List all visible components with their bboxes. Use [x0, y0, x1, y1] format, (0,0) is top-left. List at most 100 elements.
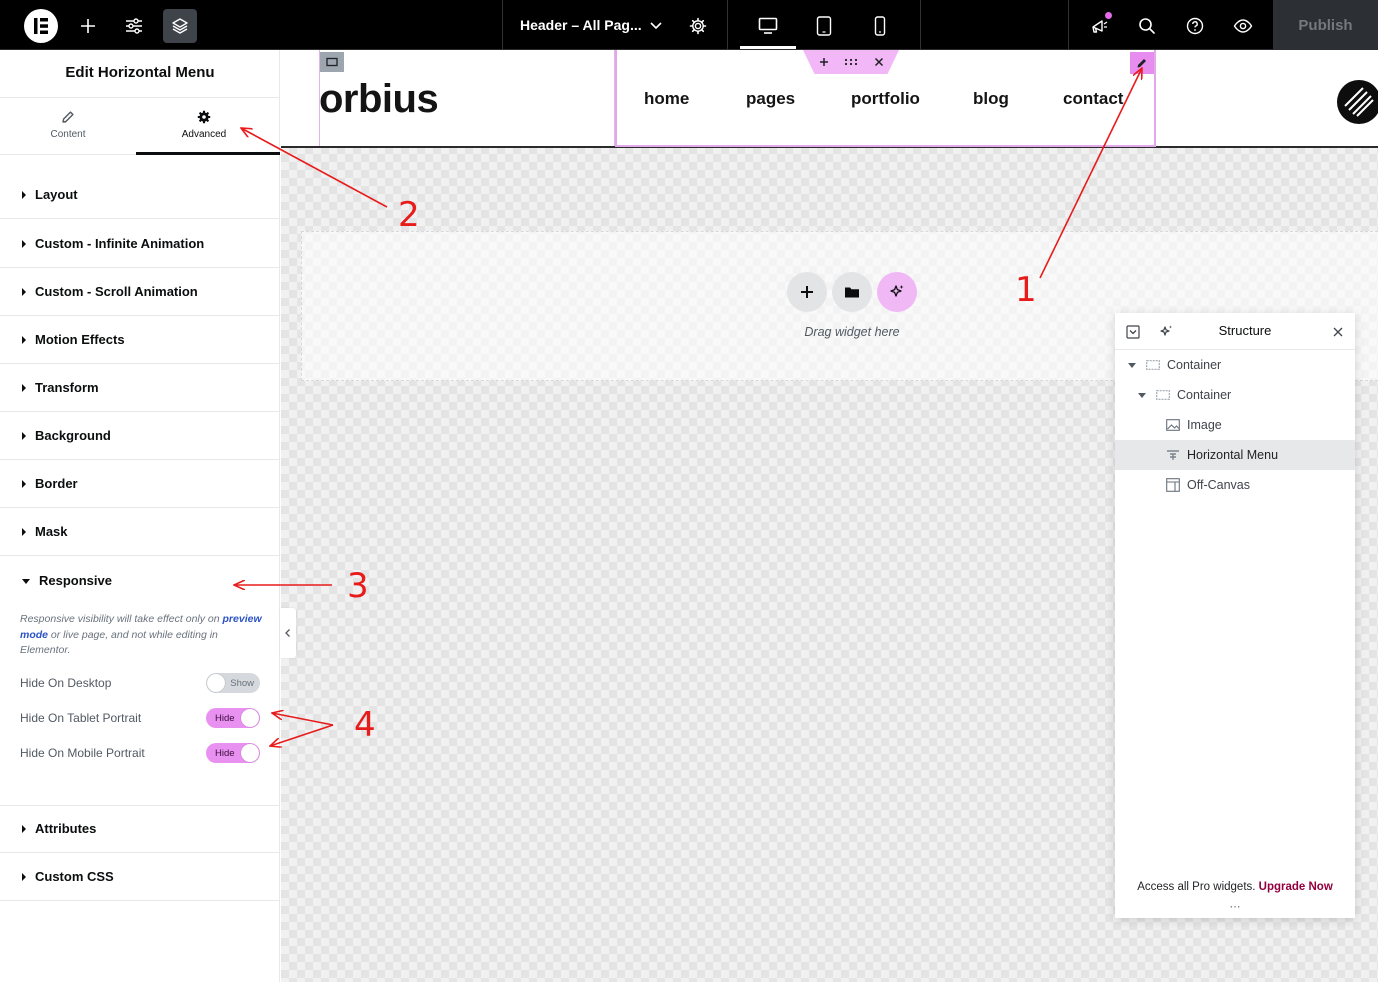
- tab-advanced[interactable]: Advanced: [136, 100, 272, 154]
- structure-item-label: Container: [1177, 388, 1232, 402]
- caret-right-icon: [22, 383, 26, 392]
- off-canvas-toggle-icon[interactable]: [1337, 80, 1378, 124]
- help-icon[interactable]: [1178, 9, 1212, 43]
- hide-on-desktop-toggle[interactable]: Show: [206, 673, 260, 693]
- publish-button[interactable]: Publish: [1273, 0, 1378, 50]
- section-layout[interactable]: Layout: [0, 171, 280, 219]
- plus-icon[interactable]: [71, 9, 105, 43]
- plus-icon[interactable]: [819, 57, 829, 67]
- annotation-number-3: 3: [347, 566, 369, 606]
- toggle-state: Hide: [215, 712, 235, 724]
- ai-generate-button[interactable]: [877, 272, 917, 312]
- structure-item-horizontal-menu[interactable]: Horizontal Menu: [1115, 440, 1355, 470]
- tablet-icon[interactable]: [807, 9, 841, 43]
- tab-content-label: Content: [50, 129, 86, 140]
- structure-item-label: Container: [1167, 358, 1222, 372]
- structure-item-off-canvas[interactable]: Off-Canvas: [1115, 470, 1355, 500]
- add-element-button[interactable]: [787, 272, 827, 312]
- structure-item-container[interactable]: Container: [1115, 380, 1355, 410]
- section-responsive[interactable]: Responsive: [0, 556, 280, 604]
- section-label: Layout: [35, 187, 78, 202]
- section-background[interactable]: Background: [0, 412, 280, 460]
- caret-down-icon: [22, 578, 30, 584]
- menu-link-home[interactable]: home: [644, 89, 689, 109]
- edit-widget-pencil-icon[interactable]: [1130, 52, 1154, 74]
- section-attributes[interactable]: Attributes: [0, 805, 280, 853]
- structure-item-label: Off-Canvas: [1187, 478, 1250, 492]
- menu-link-contact[interactable]: contact: [1063, 89, 1123, 109]
- container-handle-icon[interactable]: [320, 52, 344, 72]
- section-label: Custom CSS: [35, 869, 114, 884]
- hide-on-mobile-toggle[interactable]: Hide: [206, 743, 260, 763]
- section-border[interactable]: Border: [0, 460, 280, 508]
- section-label: Motion Effects: [35, 332, 125, 347]
- gear-icon[interactable]: [681, 9, 715, 43]
- pencil-icon: [62, 111, 74, 123]
- structure-header: Structure: [1115, 313, 1355, 350]
- mobile-icon[interactable]: [863, 9, 897, 43]
- document-title[interactable]: Header – All Pag...: [520, 17, 642, 33]
- tab-content[interactable]: Content: [0, 100, 136, 154]
- caret-right-icon: [22, 824, 26, 833]
- upgrade-promo: Access all Pro widgets. Upgrade Now: [1115, 881, 1355, 893]
- resize-handle-icon[interactable]: ⋯: [1115, 902, 1355, 913]
- caret-right-icon: [22, 527, 26, 536]
- top-bar: Header – All Pag... Publish: [0, 0, 1378, 50]
- section-label: Custom - Scroll Animation: [35, 284, 198, 299]
- header-section[interactable]: orbius home pages portfolio blog contact: [281, 50, 1378, 148]
- structure-item-container[interactable]: Container: [1115, 350, 1355, 380]
- hide-on-tablet-toggle[interactable]: Hide: [206, 708, 260, 728]
- section-label: Background: [35, 428, 111, 443]
- sliders-icon[interactable]: [117, 9, 151, 43]
- active-tab-indicator: [136, 152, 280, 155]
- caret-right-icon: [22, 479, 26, 488]
- drag-handle-icon[interactable]: [844, 58, 858, 66]
- divider: [0, 97, 280, 98]
- caret-right-icon: [22, 190, 26, 199]
- section-mask[interactable]: Mask: [0, 508, 280, 556]
- control-label: Hide On Desktop: [20, 676, 112, 690]
- section-custom-infinite-animation[interactable]: Custom - Infinite Animation: [0, 220, 280, 268]
- responsive-note: Responsive visibility will take effect o…: [20, 612, 265, 659]
- elementor-logo-icon[interactable]: [24, 9, 58, 43]
- hide-on-tablet-control: Hide On Tablet Portrait Hide: [20, 707, 260, 729]
- upgrade-now-link[interactable]: Upgrade Now: [1259, 881, 1333, 893]
- toolbar-divider: [1068, 0, 1069, 50]
- close-icon[interactable]: [1333, 327, 1343, 337]
- panel-title: Edit Horizontal Menu: [65, 64, 215, 81]
- notification-dot: [1105, 12, 1112, 19]
- section-label: Responsive: [39, 572, 112, 588]
- element-toolbar: [803, 50, 899, 74]
- search-icon[interactable]: [1130, 9, 1164, 43]
- toolbar-divider: [920, 0, 921, 50]
- menu-link-pages[interactable]: pages: [746, 89, 795, 109]
- promo-text: Access all Pro widgets.: [1137, 881, 1259, 893]
- section-label: Attributes: [35, 821, 97, 836]
- editor-panel: Edit Horizontal Menu Content Advanced La…: [0, 50, 280, 982]
- caret-right-icon: [22, 287, 26, 296]
- structure-item-image[interactable]: Image: [1115, 410, 1355, 440]
- caret-down-icon: [1128, 362, 1136, 368]
- sparkle-icon: [890, 285, 904, 297]
- active-device-indicator: [740, 46, 796, 49]
- caret-right-icon: [22, 335, 26, 344]
- caret-right-icon: [22, 872, 26, 881]
- eye-icon[interactable]: [1226, 9, 1260, 43]
- toggle-knob: [241, 744, 259, 762]
- toolbar-divider: [727, 0, 728, 50]
- section-custom-css[interactable]: Custom CSS: [0, 853, 280, 901]
- site-logo[interactable]: orbius: [319, 77, 439, 122]
- add-template-button[interactable]: [832, 272, 872, 312]
- section-motion-effects[interactable]: Motion Effects: [0, 316, 280, 364]
- section-transform[interactable]: Transform: [0, 364, 280, 412]
- container-icon: [1155, 389, 1170, 401]
- collapse-panel-button[interactable]: [280, 608, 296, 658]
- menu-icon: [1165, 449, 1180, 461]
- chevron-down-icon[interactable]: [648, 17, 664, 38]
- menu-link-portfolio[interactable]: portfolio: [851, 89, 920, 109]
- close-icon[interactable]: [874, 57, 884, 67]
- layers-icon[interactable]: [163, 9, 197, 43]
- section-custom-scroll-animation[interactable]: Custom - Scroll Animation: [0, 268, 280, 316]
- desktop-icon[interactable]: [751, 9, 785, 43]
- menu-link-blog[interactable]: blog: [973, 89, 1009, 109]
